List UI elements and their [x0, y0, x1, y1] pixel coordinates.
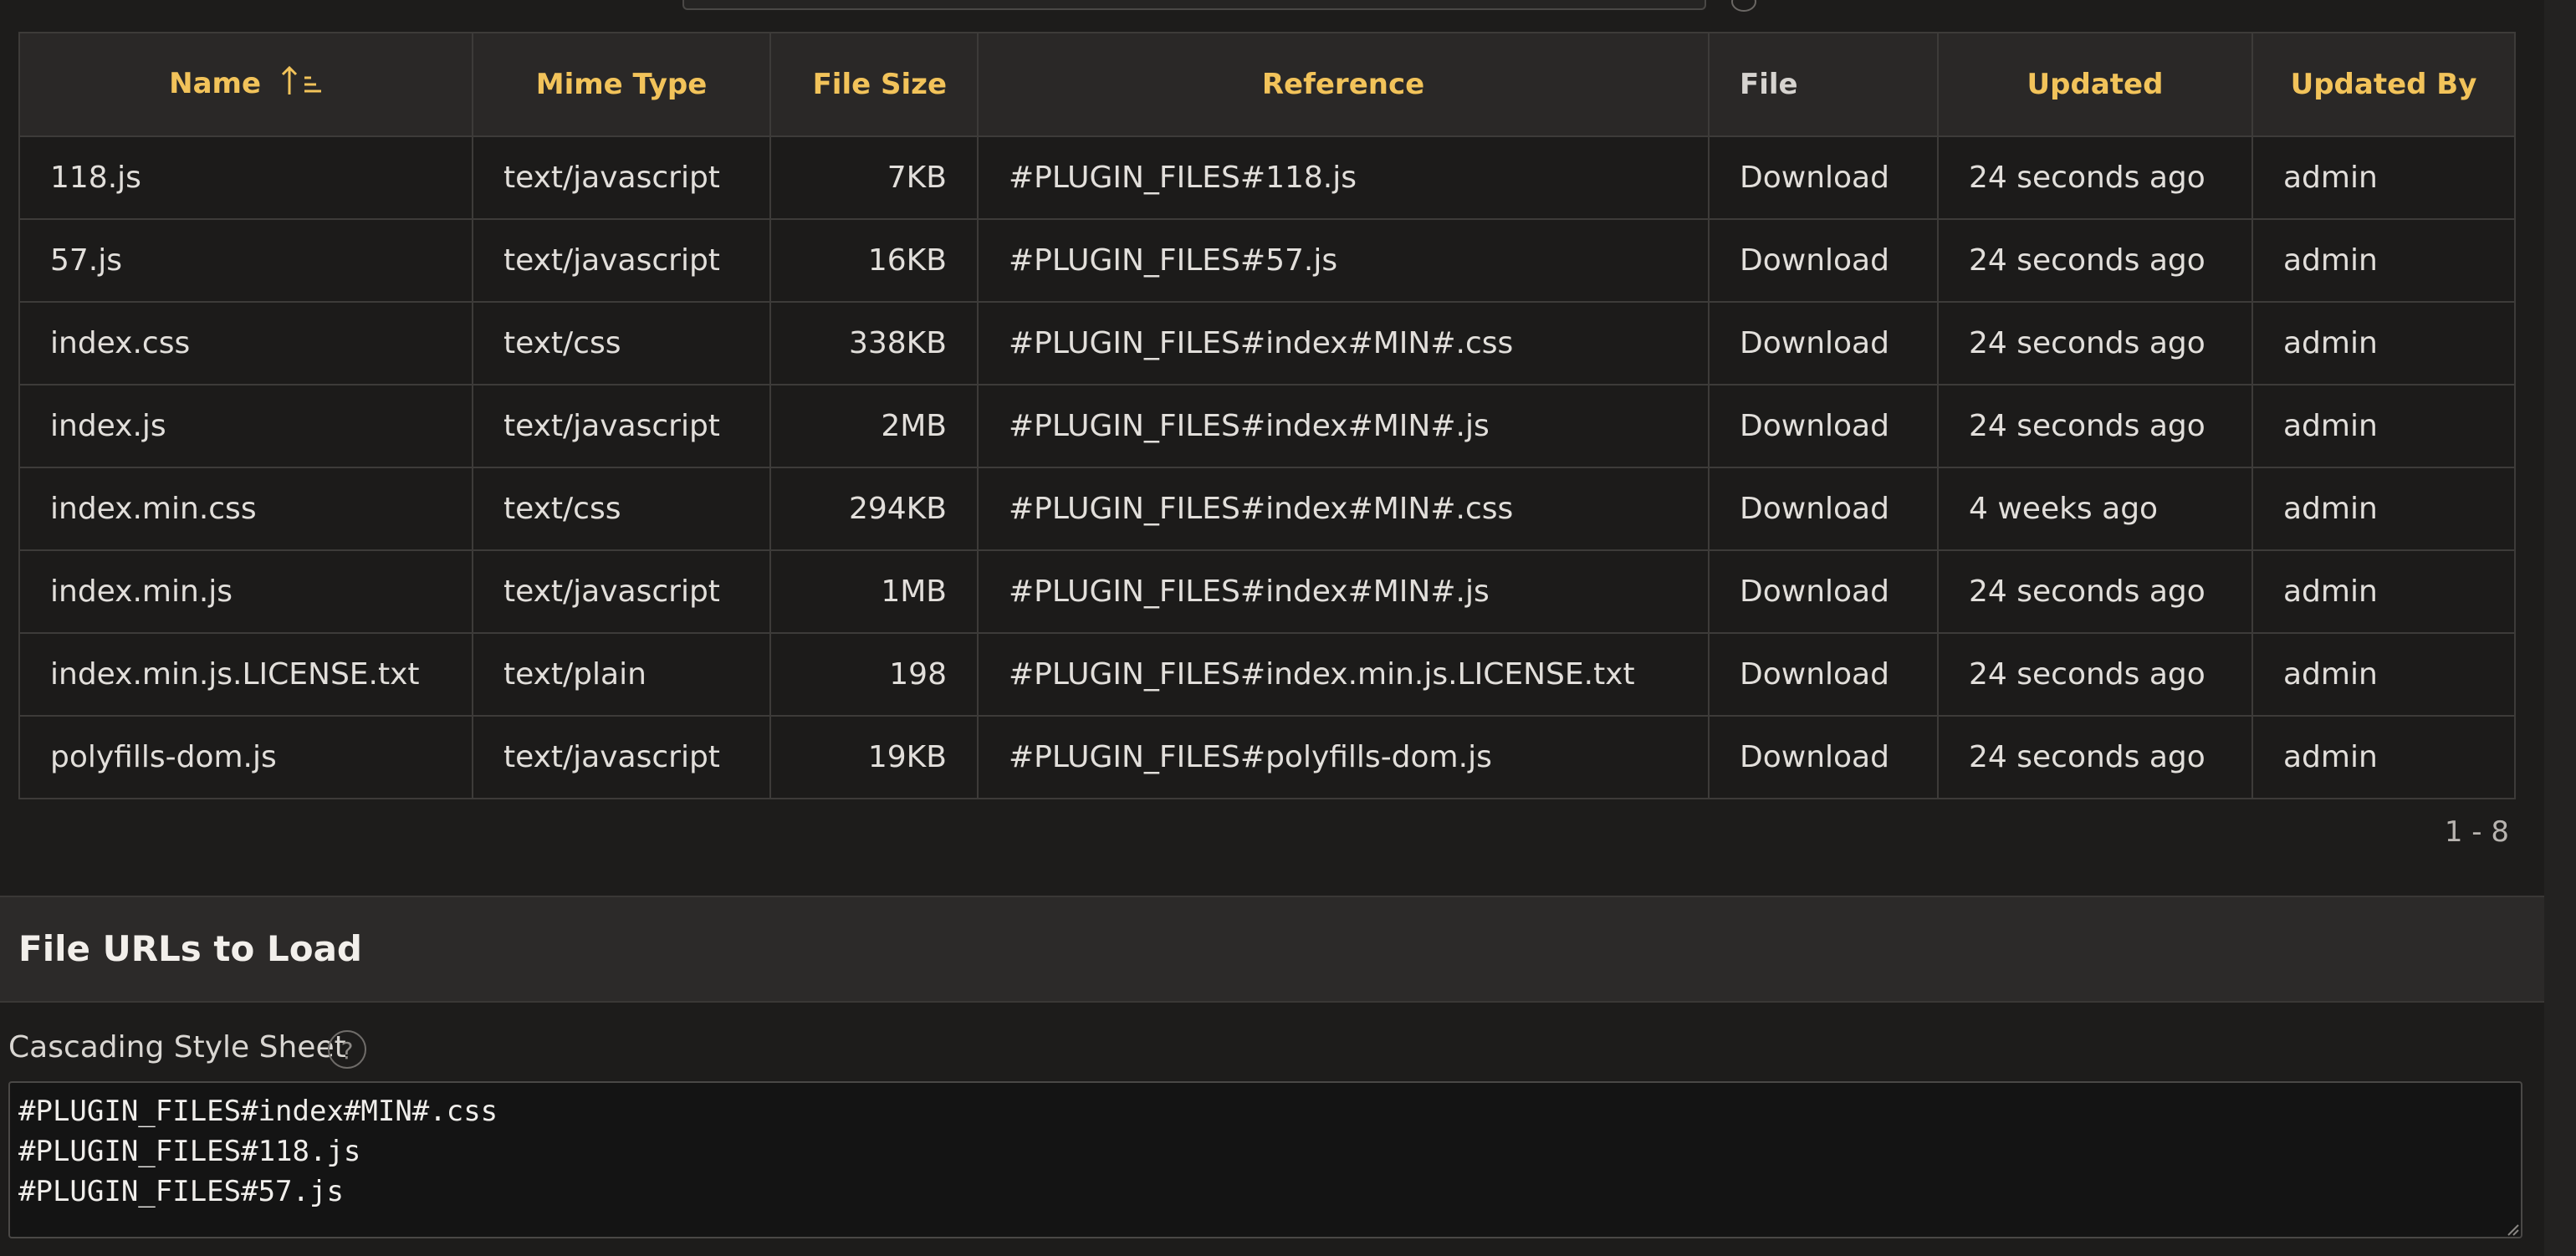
file-name-link[interactable]: index.js [18, 384, 473, 468]
updated-by-cell: admin [2251, 632, 2516, 717]
column-header-name-label: Name [169, 66, 262, 100]
table-row: 57.js text/javascript 16KB #PLUGIN_FILES#57… [18, 218, 2516, 303]
updated-cell: 4 weeks ago [1937, 467, 2253, 551]
table-row: 118.js text/javascript 7KB #PLUGIN_FILES#11… [18, 135, 2516, 220]
updated-cell: 24 seconds ago [1937, 301, 2253, 385]
column-header-file: File [1708, 32, 1939, 137]
plugin-files-table: Name Mime Type File Size Reference File … [18, 32, 2516, 799]
pagination-range: 1 - 8 [2444, 815, 2509, 849]
download-link[interactable]: Download [1708, 632, 1939, 717]
reference-cell: #PLUGIN_FILES#index#MIN#.js [977, 384, 1710, 468]
reference-cell: #PLUGIN_FILES#index#MIN#.css [977, 467, 1710, 551]
file-name-link[interactable]: index.min.js.LICENSE.txt [18, 632, 473, 717]
file-size-cell: 198 [769, 632, 979, 717]
mime-type-cell: text/css [472, 467, 771, 551]
css-files-textarea[interactable]: #PLUGIN_FILES#index#MIN#.css #PLUGIN_FIL… [8, 1081, 2522, 1238]
reference-cell: #PLUGIN_FILES#57.js [977, 218, 1710, 303]
resize-grip-icon[interactable] [2506, 1223, 2519, 1236]
updated-cell: 24 seconds ago [1937, 632, 2253, 717]
table-row: index.js text/javascript 2MB #PLUGIN_FILES#… [18, 384, 2516, 468]
download-link[interactable]: Download [1708, 549, 1939, 634]
file-name-link[interactable]: index.min.js [18, 549, 473, 634]
column-header-updated[interactable]: Updated [1937, 32, 2253, 137]
file-size-cell: 2MB [769, 384, 979, 468]
updated-by-cell: admin [2251, 218, 2516, 303]
updated-by-cell: admin [2251, 135, 2516, 220]
file-size-cell: 16KB [769, 218, 979, 303]
download-link[interactable]: Download [1708, 301, 1939, 385]
file-name-link[interactable]: index.css [18, 301, 473, 385]
column-header-file-size[interactable]: File Size [769, 32, 979, 137]
download-link[interactable]: Download [1708, 135, 1939, 220]
mime-type-cell: text/javascript [472, 549, 771, 634]
table-row: index.css text/css 338KB #PLUGIN_FILES#inde… [18, 301, 2516, 385]
updated-cell: 24 seconds ago [1937, 135, 2253, 220]
column-header-updated-by[interactable]: Updated By [2251, 32, 2516, 137]
column-header-reference[interactable]: Reference [977, 32, 1710, 137]
updated-by-cell: admin [2251, 301, 2516, 385]
help-icon[interactable]: ? [328, 1030, 366, 1069]
updated-by-cell: admin [2251, 715, 2516, 799]
table-row: polyfills-dom.js text/javascript 19KB #PLUG… [18, 715, 2516, 799]
file-size-cell: 7KB [769, 135, 979, 220]
mime-type-cell: text/javascript [472, 218, 771, 303]
download-link[interactable]: Download [1708, 715, 1939, 799]
page: Name Mime Type File Size Reference File … [0, 0, 2544, 1256]
table-row: index.min.css text/css 294KB #PLUGIN_FILES#… [18, 467, 2516, 551]
updated-cell: 24 seconds ago [1937, 549, 2253, 634]
file-name-link[interactable]: index.min.css [18, 467, 473, 551]
file-size-cell: 19KB [769, 715, 979, 799]
file-size-cell: 1MB [769, 549, 979, 634]
reference-cell: #PLUGIN_FILES#index#MIN#.css [977, 301, 1710, 385]
mime-type-cell: text/javascript [472, 715, 771, 799]
updated-by-cell: admin [2251, 467, 2516, 551]
reference-cell: #PLUGIN_FILES#index.min.js.LICENSE.txt [977, 632, 1710, 717]
mime-type-cell: text/javascript [472, 135, 771, 220]
file-size-cell: 294KB [769, 467, 979, 551]
updated-by-cell: admin [2251, 384, 2516, 468]
table-row: index.min.js text/javascript 1MB #PLUGIN_FI… [18, 549, 2516, 634]
file-size-cell: 338KB [769, 301, 979, 385]
page-scrollbar[interactable] [2544, 0, 2576, 1256]
updated-cell: 24 seconds ago [1937, 715, 2253, 799]
updated-cell: 24 seconds ago [1937, 384, 2253, 468]
sort-ascending-icon[interactable] [279, 64, 323, 105]
region-title: File URLs to Load [18, 928, 362, 969]
mime-type-cell: text/javascript [472, 384, 771, 468]
updated-by-cell: admin [2251, 549, 2516, 634]
column-header-mime-type[interactable]: Mime Type [472, 32, 771, 137]
reference-cell: #PLUGIN_FILES#118.js [977, 135, 1710, 220]
reference-cell: #PLUGIN_FILES#polyfills-dom.js [977, 715, 1710, 799]
column-header-name[interactable]: Name [18, 32, 473, 137]
mime-type-cell: text/css [472, 301, 771, 385]
mime-type-cell: text/plain [472, 632, 771, 717]
download-link[interactable]: Download [1708, 467, 1939, 551]
download-link[interactable]: Download [1708, 218, 1939, 303]
updated-cell: 24 seconds ago [1937, 218, 2253, 303]
table-header-row: Name Mime Type File Size Reference File … [18, 32, 2516, 137]
table-row: index.min.js.LICENSE.txt text/plain 198 #PL… [18, 632, 2516, 717]
reference-cell: #PLUGIN_FILES#index#MIN#.js [977, 549, 1710, 634]
file-name-link[interactable]: polyfills-dom.js [18, 715, 473, 799]
download-link[interactable]: Download [1708, 384, 1939, 468]
css-field-label: Cascading Style Sheet [8, 1030, 346, 1065]
file-urls-region-header: File URLs to Load [0, 896, 2544, 1003]
help-icon[interactable] [1731, 0, 1756, 12]
search-field-edge[interactable] [682, 0, 1706, 10]
file-name-link[interactable]: 57.js [18, 218, 473, 303]
file-name-link[interactable]: 118.js [18, 135, 473, 220]
